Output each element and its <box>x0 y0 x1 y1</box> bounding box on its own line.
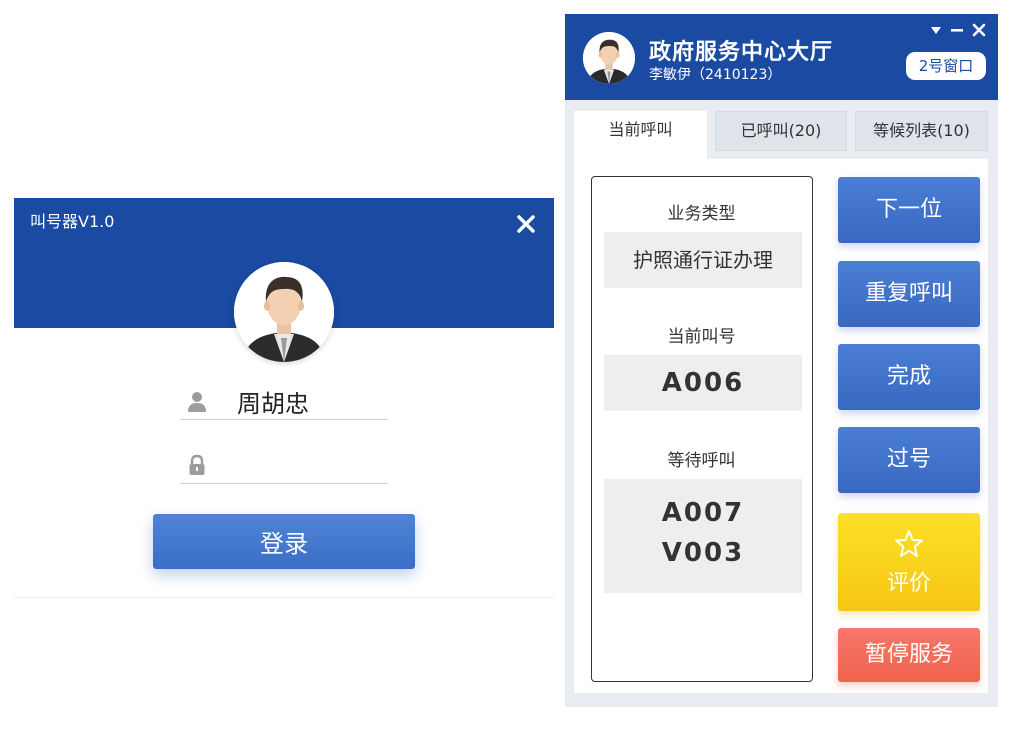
window-badge: 2号窗口 <box>906 52 986 80</box>
recall-button[interactable]: 重复呼叫 <box>838 261 980 327</box>
tab-current-call[interactable]: 当前呼叫 <box>574 111 707 159</box>
waiting-list: A007 V003 <box>604 479 802 593</box>
star-icon <box>895 530 923 557</box>
complete-button[interactable]: 完成 <box>838 344 980 410</box>
current-number-value: A006 <box>604 355 802 411</box>
tab-called[interactable]: 已呼叫(20) <box>715 111 847 151</box>
login-window: 叫号器V1.0 周胡忠 登录 <box>14 198 554 598</box>
business-type-value: 护照通行证办理 <box>604 232 802 288</box>
app-title: 叫号器V1.0 <box>30 212 115 231</box>
password-field[interactable] <box>180 446 388 484</box>
pause-service-button[interactable]: 暂停服务 <box>838 628 980 682</box>
avatar <box>583 32 635 84</box>
username-field[interactable]: 周胡忠 <box>180 382 388 420</box>
waiting-number: V003 <box>661 538 745 568</box>
user-icon <box>188 392 206 412</box>
avatar-image <box>234 262 334 362</box>
chevron-down-icon[interactable] <box>928 22 944 38</box>
login-button[interactable]: 登录 <box>153 514 415 569</box>
lock-icon <box>189 454 205 475</box>
next-button[interactable]: 下一位 <box>838 177 980 243</box>
username-value: 周胡忠 <box>237 390 309 418</box>
close-icon[interactable] <box>971 22 987 38</box>
avatar-image <box>583 32 635 84</box>
waiting-number: A007 <box>661 498 745 528</box>
rate-label: 评价 <box>886 571 931 596</box>
call-info-box: 业务类型 护照通行证办理 当前叫号 A006 等待呼叫 A007 V003 <box>591 176 813 682</box>
org-name: 政府服务中心大厅 <box>649 40 834 65</box>
close-icon[interactable] <box>516 214 536 234</box>
panel-header: 政府服务中心大厅 李敏伊（2410123） 2号窗口 <box>565 14 998 100</box>
operator-info: 李敏伊（2410123） <box>649 67 782 83</box>
rate-button[interactable]: 评价 <box>838 513 980 611</box>
tab-waiting-list[interactable]: 等候列表(10) <box>855 111 988 151</box>
avatar <box>234 262 334 362</box>
waiting-label: 等待呼叫 <box>667 451 736 471</box>
current-number-label: 当前叫号 <box>667 327 736 347</box>
skip-button[interactable]: 过号 <box>838 427 980 493</box>
tab-content: 业务类型 护照通行证办理 当前叫号 A006 等待呼叫 A007 V003 下一… <box>574 159 988 693</box>
call-panel: 政府服务中心大厅 李敏伊（2410123） 2号窗口 当前呼叫 已呼叫(20) … <box>565 14 998 707</box>
minimize-icon[interactable] <box>949 22 965 38</box>
business-type-label: 业务类型 <box>667 204 736 224</box>
